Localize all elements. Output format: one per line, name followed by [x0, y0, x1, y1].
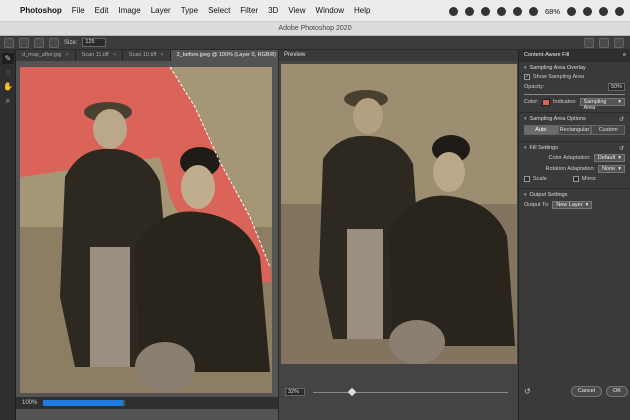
toolbar: ✎ ◌ ✋ ⌕ [0, 50, 16, 420]
chevron-down-icon: ▾ [585, 202, 589, 208]
photo-with-sampling-overlay[interactable] [20, 67, 272, 393]
close-icon[interactable]: × [160, 52, 163, 58]
sampling-options-section: ▾ Sampling Area Options ↺ Auto Rectangular… [519, 112, 630, 141]
sampling-mode-auto[interactable]: Auto [524, 125, 558, 135]
user-icon[interactable] [583, 6, 592, 16]
chevron-down-icon[interactable]: ▾ [524, 192, 527, 198]
photo-image [20, 67, 272, 393]
menu-layer[interactable]: Layer [151, 6, 171, 15]
search-icon[interactable] [584, 37, 594, 48]
reset-all-icon[interactable]: ↺ [524, 387, 531, 396]
panel-menu-icon[interactable]: ≡ [623, 50, 626, 61]
sampling-mode-custom[interactable]: Custom [591, 125, 626, 135]
preview-label: Preview [279, 50, 518, 61]
preview-zoom-slider[interactable] [313, 392, 508, 393]
preview-zoom-input[interactable]: 32% [285, 388, 305, 396]
menu-filter[interactable]: Filter [240, 6, 258, 15]
chevron-down-icon[interactable]: ▾ [524, 116, 527, 122]
mirror-checkbox[interactable] [572, 176, 579, 182]
chevron-down-icon: ▾ [618, 166, 621, 172]
sampling-overlay-section: ▾ Sampling Area Overlay ✓ Show Sampling Ar… [519, 61, 630, 112]
cancel-button[interactable]: Cancel [570, 386, 603, 397]
rotation-adaptation-dropdown[interactable]: None ▾ [598, 165, 625, 173]
menu-select[interactable]: Select [208, 6, 230, 15]
window-title: Adobe Photoshop 2020 [0, 22, 630, 36]
tab-document[interactable]: d_map_after.jpg × [16, 50, 76, 61]
menu-help[interactable]: Help [354, 6, 370, 15]
overlay-color-swatch[interactable] [541, 98, 550, 106]
chevron-down-icon[interactable]: ▾ [524, 145, 527, 151]
progress-track [123, 400, 125, 406]
color-adaptation-dropdown[interactable]: Default ▾ [593, 154, 625, 162]
workspace-icon[interactable] [599, 37, 609, 48]
menu-type[interactable]: Type [181, 6, 198, 15]
tab-document[interactable]: Scan 11.tiff × [75, 50, 123, 61]
menu-image[interactable]: Image [118, 6, 140, 15]
brush-tool-icon[interactable] [19, 37, 29, 48]
share-icon[interactable] [614, 37, 624, 48]
add-mode-icon[interactable] [34, 37, 44, 48]
tab-document[interactable]: Scan 10.tiff × [122, 50, 171, 61]
menu-edit[interactable]: Edit [95, 6, 109, 15]
content-aware-fill-panel: Content-Aware Fill ≡ ▾ Sampling Area Over… [518, 50, 630, 420]
creative-cloud-icon[interactable] [448, 6, 458, 16]
hand-icon[interactable]: ✋ [2, 81, 14, 92]
home-icon[interactable] [4, 37, 14, 48]
menu-bar: Photoshop File Edit Image Layer Type Sel… [0, 0, 630, 22]
document-canvas[interactable] [16, 61, 278, 397]
close-icon[interactable]: × [65, 52, 68, 58]
tab-document-active[interactable]: 3_before.jpeg @ 100% (Layer 0, RGB/8) *× [170, 50, 294, 61]
menu-window[interactable]: Window [316, 6, 344, 15]
options-bar: Size: 125 [0, 36, 630, 50]
scale-checkbox[interactable] [524, 176, 530, 182]
notifications-icon[interactable] [615, 6, 624, 16]
sampling-mode-rectangular[interactable]: Rectangular [557, 125, 592, 135]
battery-percent: 68% [544, 6, 560, 16]
sampling-mode-group: Auto Rectangular Custom [524, 125, 626, 135]
progress-bar [43, 400, 123, 406]
preview-image[interactable] [281, 64, 517, 364]
preview-zoom-knob[interactable] [347, 387, 357, 397]
panel-title: Content-Aware Fill ≡ [519, 50, 630, 61]
sampling-brush-icon[interactable]: ✎ [2, 53, 14, 64]
chevron-down-icon[interactable]: ▾ [524, 65, 527, 71]
wifi-icon[interactable] [512, 6, 522, 16]
chevron-down-icon: ▾ [618, 99, 621, 105]
menu-view[interactable]: View [288, 6, 305, 15]
battery-icon[interactable] [567, 6, 576, 16]
time-machine-icon[interactable] [496, 6, 506, 16]
opacity-slider[interactable] [524, 94, 625, 95]
lasso-icon[interactable]: ◌ [2, 67, 14, 78]
fill-settings-section: ▾ Fill Settings ↺ Color Adaptation: Default… [519, 141, 630, 188]
size-input[interactable]: 125 [82, 38, 107, 47]
panel-footer: ↺ Cancel OK [524, 386, 628, 397]
close-icon[interactable]: × [113, 52, 116, 58]
menu-3d[interactable]: 3D [268, 6, 278, 15]
output-settings-section: ▾ Output Settings Output To: New Layer ▾ [519, 188, 630, 215]
size-label: Size: [64, 39, 78, 46]
bluetooth-icon[interactable] [480, 6, 490, 16]
ok-button[interactable]: OK [606, 386, 628, 397]
reset-icon[interactable]: ↺ [619, 145, 624, 152]
subtract-mode-icon[interactable] [49, 37, 59, 48]
preview-panel: Preview 32% [278, 50, 518, 420]
zoom-level[interactable]: 100% [22, 400, 37, 406]
opacity-input[interactable]: 50% [607, 83, 625, 91]
search-icon[interactable] [599, 6, 608, 16]
output-to-dropdown[interactable]: New Layer ▾ [552, 201, 593, 209]
reset-icon[interactable]: ↺ [619, 116, 624, 123]
menu-file[interactable]: File [72, 6, 85, 15]
indicates-dropdown[interactable]: Sampling Area ▾ [579, 98, 625, 111]
preview-photo [281, 64, 517, 364]
siri-icon[interactable] [464, 6, 474, 16]
app-menu[interactable]: Photoshop [20, 6, 62, 15]
show-sampling-checkbox[interactable]: ✓ [524, 74, 530, 80]
chevron-down-icon: ▾ [618, 155, 621, 161]
zoom-icon[interactable]: ⌕ [2, 95, 14, 106]
volume-icon[interactable] [528, 6, 538, 16]
